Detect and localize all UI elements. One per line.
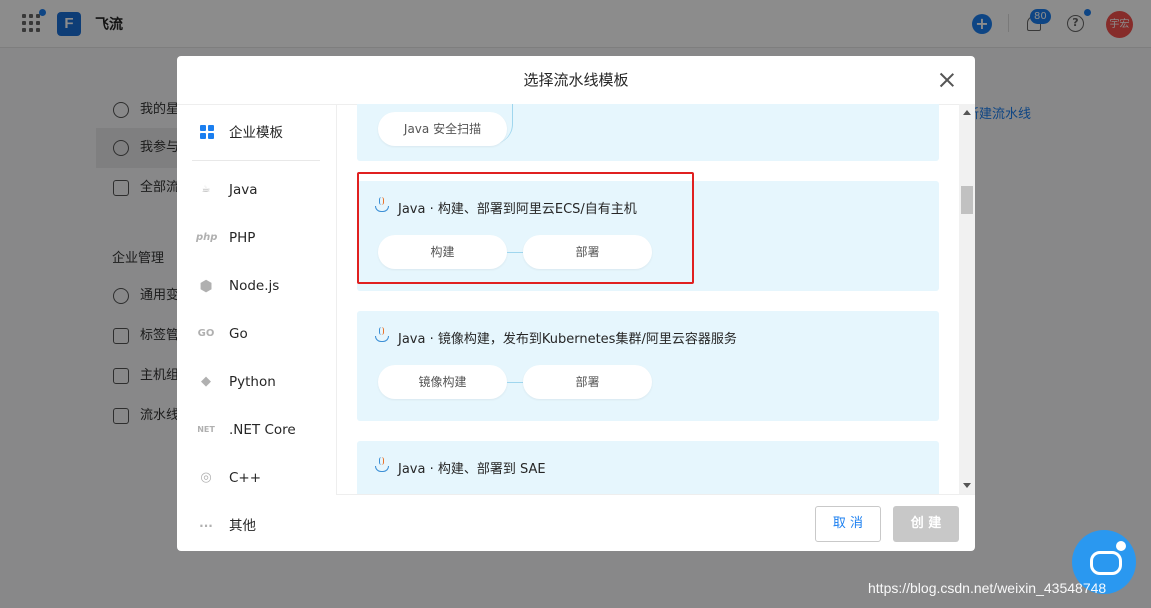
grid-icon	[200, 125, 214, 139]
category-other[interactable]: ··· 其他	[192, 502, 320, 550]
category-dotnet[interactable]: NET .NET Core	[192, 406, 320, 454]
dialog-title: 选择流水线模板	[523, 71, 629, 89]
close-icon[interactable]	[937, 70, 957, 90]
category-label: .NET Core	[229, 422, 296, 438]
category-python[interactable]: ◆ Python	[192, 358, 320, 406]
category-php[interactable]: php PHP	[192, 214, 320, 262]
python-icon: ◆	[201, 374, 211, 389]
category-cpp[interactable]: ◎ C++	[192, 454, 320, 502]
category-label: 企业模板	[229, 125, 283, 141]
nodejs-icon: ⬢	[199, 277, 213, 295]
dialog-footer-divider	[337, 494, 975, 495]
category-label: 其他	[229, 518, 256, 534]
category-label: PHP	[229, 230, 256, 246]
scroll-up-arrow-icon[interactable]	[963, 110, 971, 115]
stage-pill: Java 安全扫描	[378, 112, 507, 146]
go-icon: GO	[197, 328, 215, 339]
category-label: Go	[229, 326, 248, 342]
category-label: Java	[229, 182, 258, 198]
category-label: C++	[229, 470, 262, 486]
category-label: Python	[229, 374, 276, 390]
template-title: Java · 镜像构建，发布到Kubernetes集群/阿里云容器服务	[398, 332, 737, 347]
more-icon: ···	[199, 519, 213, 533]
category-java[interactable]: ☕ Java	[192, 166, 320, 214]
category-label: Node.js	[229, 278, 280, 294]
highlight-box	[357, 172, 694, 284]
template-dialog: 选择流水线模板 企业模板 ☕ Java php PHP ⬢ Node.js GO…	[177, 56, 975, 551]
category-divider	[192, 160, 320, 161]
template-list: Java 安全扫描 Java · 构建、部署到阿里云ECS/自有主机 构建 部署…	[337, 104, 959, 495]
stage-pill: 镜像构建	[378, 365, 507, 399]
category-go[interactable]: GO Go	[192, 310, 320, 358]
php-icon: php	[196, 232, 218, 243]
template-title: Java · 构建、部署到 SAE	[398, 462, 546, 477]
category-nodejs[interactable]: ⬢ Node.js	[192, 262, 320, 310]
template-card-java-sae[interactable]: Java · 构建、部署到 SAE	[357, 441, 939, 495]
scroll-down-arrow-icon[interactable]	[963, 483, 971, 488]
stage-connector	[507, 382, 523, 383]
java-icon	[374, 457, 389, 473]
watermark: https://blog.csdn.net/weixin_43548748	[868, 580, 1107, 596]
category-list: 企业模板 ☕ Java php PHP ⬢ Node.js GO Go ◆ Py…	[192, 104, 320, 494]
create-button[interactable]: 创 建	[893, 506, 959, 542]
java-icon: ☕	[201, 184, 211, 195]
stage-pill: 部署	[523, 365, 652, 399]
scroll-thumb[interactable]	[961, 186, 973, 214]
template-card-java-kubernetes[interactable]: Java · 镜像构建，发布到Kubernetes集群/阿里云容器服务 镜像构建…	[357, 311, 939, 421]
dotnet-icon: NET	[197, 425, 215, 434]
cpp-icon: ◎	[200, 470, 212, 485]
cancel-button[interactable]: 取 消	[815, 506, 881, 542]
java-icon	[374, 327, 389, 343]
template-scrollbar[interactable]	[959, 104, 975, 495]
template-card-java-security-scan[interactable]: Java 安全扫描	[357, 104, 939, 161]
